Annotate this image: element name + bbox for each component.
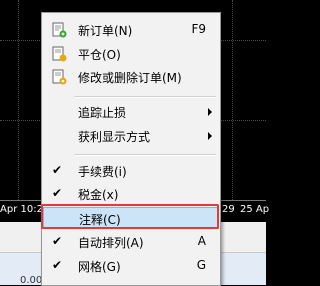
modify-order-icon bbox=[52, 69, 67, 85]
grid-line bbox=[18, 0, 19, 200]
grid-line bbox=[232, 0, 233, 200]
menu-item-auto-arrange[interactable]: ✔ 自动排列(A) A bbox=[44, 231, 218, 253]
menu-item-shortcut: A bbox=[197, 234, 206, 248]
time-axis-label: 25 Ap bbox=[240, 204, 270, 215]
time-axis-label: 29 bbox=[222, 204, 235, 215]
submenu-arrow-icon bbox=[208, 108, 212, 116]
menu-item-label: 税金(x) bbox=[78, 188, 119, 202]
menu-item-grid[interactable]: ✔ 网格(G) G bbox=[44, 255, 218, 277]
menu-item-label: 平仓(O) bbox=[78, 48, 121, 62]
checkmark-icon: ✔ bbox=[52, 258, 63, 272]
new-order-icon bbox=[52, 22, 67, 38]
checkmark-icon: ✔ bbox=[52, 186, 63, 200]
checkmark-icon: ✔ bbox=[52, 234, 63, 248]
menu-item-label: 注释(C) bbox=[79, 213, 121, 227]
menu-item-shortcut: G bbox=[196, 258, 206, 272]
menu-item-label: 追踪止损 bbox=[78, 106, 127, 120]
menu-item-modify-order[interactable]: 修改或删除订单(M) bbox=[44, 66, 218, 88]
menu-item-close-position[interactable]: 平仓(O) bbox=[44, 43, 218, 65]
menu-item-label: 获利显示方式 bbox=[78, 130, 151, 144]
menu-item-taxes[interactable]: ✔ 税金(x) bbox=[44, 183, 218, 205]
menu-item-comment[interactable]: 注释(C) bbox=[43, 207, 219, 229]
close-position-icon bbox=[52, 46, 67, 62]
menu-item-label: 新订单(N) bbox=[78, 24, 133, 38]
menu-separator bbox=[74, 154, 216, 156]
menu-item-label: 网格(G) bbox=[78, 260, 121, 274]
submenu-arrow-icon bbox=[208, 132, 212, 140]
menu-item-new-order[interactable]: 新订单(N) F9 bbox=[44, 19, 218, 41]
menu-item-trailing-stop[interactable]: 追踪止损 bbox=[44, 101, 218, 123]
menu-item-shortcut: F9 bbox=[191, 22, 206, 36]
context-menu: 新订单(N) F9 平仓(O) 修改或删除订单(M) 追踪止损 获利显示方式 ✔… bbox=[41, 12, 221, 286]
menu-item-label: 修改或删除订单(M) bbox=[78, 71, 182, 85]
menu-item-label: 自动排列(A) bbox=[78, 236, 144, 250]
menu-item-label: 手续费(i) bbox=[78, 165, 127, 179]
menu-item-profit-display[interactable]: 获利显示方式 bbox=[44, 125, 218, 147]
menu-separator bbox=[74, 96, 216, 98]
menu-item-commission[interactable]: ✔ 手续费(i) bbox=[44, 160, 218, 182]
checkmark-icon: ✔ bbox=[52, 163, 63, 177]
